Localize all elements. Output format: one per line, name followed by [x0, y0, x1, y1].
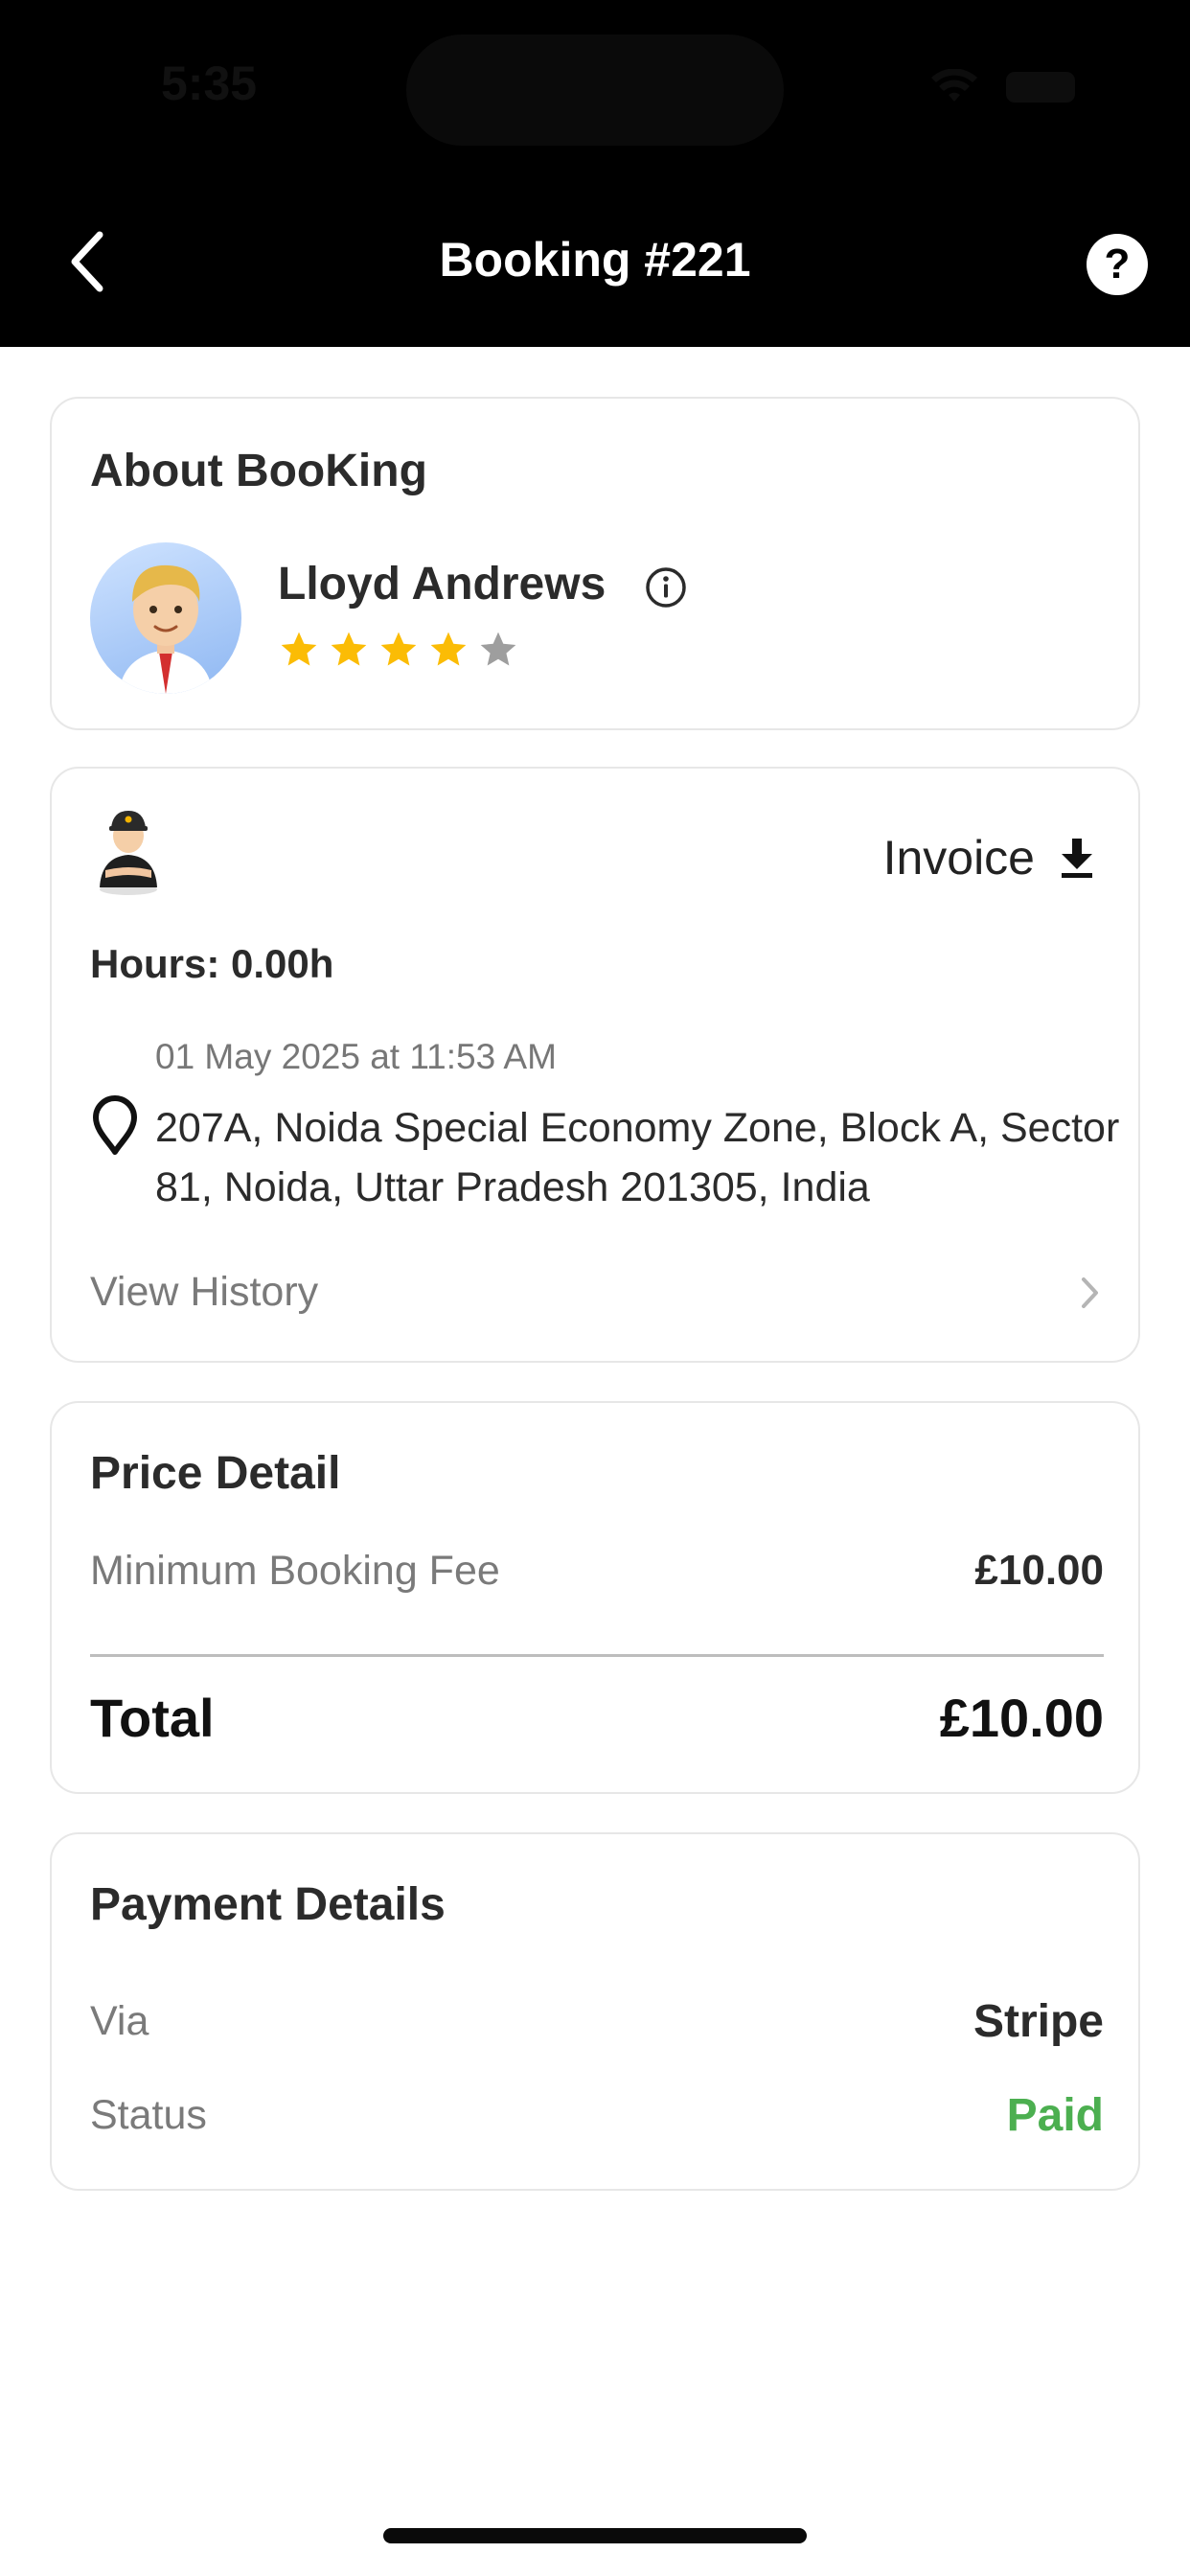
star-empty-icon	[480, 632, 516, 666]
price-detail-title: Price Detail	[90, 1448, 341, 1499]
help-button[interactable]: ?	[1087, 234, 1148, 295]
status-label: Status	[90, 2092, 207, 2138]
battery-icon	[1006, 72, 1075, 103]
fee-value: £10.00	[974, 1547, 1104, 1594]
app-header: 5:35 Booking #221 ?	[0, 0, 1190, 347]
booking-address: 207A, Noida Special Economy Zone, Block …	[155, 1105, 1120, 1210]
view-history-link[interactable]: View History	[90, 1269, 1102, 1316]
location-pin-icon	[93, 1095, 137, 1155]
info-icon[interactable]	[644, 565, 688, 610]
total-value: £10.00	[939, 1688, 1104, 1748]
total-row: Total £10.00	[90, 1687, 1104, 1749]
via-label: Via	[90, 1998, 149, 2044]
price-divider	[90, 1654, 1104, 1657]
booking-hours: Hours: 0.00h	[90, 941, 334, 986]
fee-label: Minimum Booking Fee	[90, 1547, 500, 1594]
booking-fee-row: Minimum Booking Fee £10.00	[90, 1547, 1104, 1595]
chevron-right-icon	[1082, 1276, 1098, 1308]
download-icon	[1062, 839, 1092, 878]
about-booking-card: About BooKing Lloyd Andrews	[50, 397, 1140, 730]
via-value: Stripe	[973, 1996, 1104, 2047]
star-filled-icon	[430, 632, 467, 666]
status-bar-time: 5:35	[161, 57, 258, 110]
page-title: Booking #221	[439, 233, 751, 287]
payment-details-title: Payment Details	[90, 1879, 446, 1930]
about-booking-title: About BooKing	[90, 446, 427, 496]
star-filled-icon	[281, 632, 317, 666]
price-detail-card: Price Detail Minimum Booking Fee £10.00 …	[50, 1401, 1140, 1794]
home-indicator[interactable]	[383, 2528, 807, 2543]
provider-avatar	[100, 811, 157, 895]
avatar-illustration	[119, 564, 213, 694]
star-filled-icon	[331, 632, 367, 666]
invoice-download-button[interactable]: Invoice	[883, 830, 1096, 886]
booking-datetime: 01 May 2025 at 11:53 AM	[155, 1037, 557, 1076]
star-filled-icon	[380, 632, 417, 666]
customer-avatar	[90, 542, 241, 694]
help-circle-icon: ?	[1104, 241, 1131, 288]
status-bar-indicators	[929, 69, 1075, 105]
rating-stars	[278, 629, 519, 671]
invoice-label: Invoice	[882, 831, 1035, 885]
dynamic-island	[406, 34, 784, 146]
payment-status-row: Status Paid	[90, 2089, 1104, 2142]
payment-via-row: Via Stripe	[90, 1995, 1104, 2048]
customer-name: Lloyd Andrews	[278, 559, 606, 610]
payment-details-card: Payment Details Via Stripe Status Paid	[50, 1832, 1140, 2191]
total-label: Total	[90, 1688, 215, 1748]
wifi-icon	[931, 69, 977, 102]
booking-detail-card: Invoice Hours: 0.00h 01 May 2025 at 11:5…	[50, 767, 1140, 1363]
payment-status-badge: Paid	[1006, 2090, 1104, 2141]
view-history-label: View History	[90, 1269, 319, 1315]
